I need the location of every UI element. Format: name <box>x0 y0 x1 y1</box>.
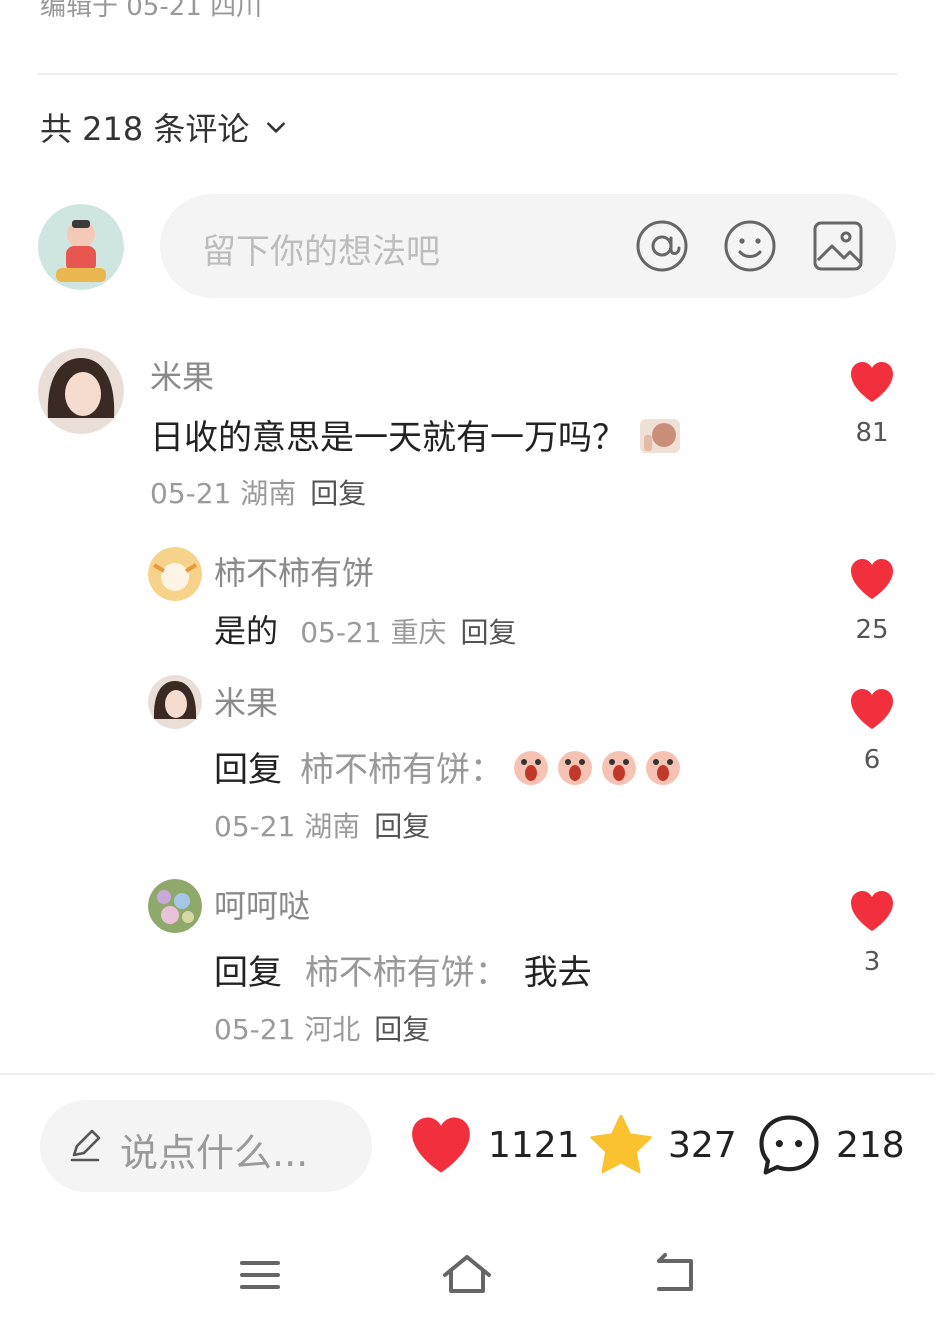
comment-username[interactable]: 米果 <box>214 678 278 724</box>
post-like-button[interactable]: 1121 <box>408 1112 580 1178</box>
comment-meta: 05-21 湖南 回复 <box>150 472 366 512</box>
post-favorite-button[interactable]: 327 <box>588 1112 737 1178</box>
avatar[interactable] <box>148 879 202 933</box>
say-something-placeholder: 说点什么... <box>120 1131 309 1175</box>
comment-text: 日收的意思是一天就有一万吗？ <box>150 418 626 458</box>
scream-emoji-icon <box>646 750 680 785</box>
chevron-down-icon <box>267 122 286 133</box>
comment-text: 我去 <box>523 953 592 993</box>
reply-button[interactable]: 回复 <box>460 616 516 649</box>
emoji-row <box>512 747 682 787</box>
reply-prefix: 回复 <box>214 750 282 790</box>
reply-button[interactable]: 回复 <box>374 810 430 843</box>
comment-username[interactable]: 柿不柿有饼 <box>214 548 374 594</box>
comment-username[interactable]: 呵呵哒 <box>214 881 310 927</box>
bottom-divider <box>0 1073 935 1075</box>
say-something-input[interactable]: 说点什么... <box>40 1100 372 1192</box>
comment-count-label: 共 218 条评论 <box>40 110 250 148</box>
heart-icon <box>851 689 893 729</box>
comment-time-location: 05-21 河北 <box>214 1013 361 1046</box>
like-count: 6 <box>863 745 881 775</box>
image-icon[interactable] <box>810 218 866 274</box>
comment-time-location: 05-21 湖南 <box>214 810 361 843</box>
comment-bubble-icon <box>759 1115 819 1175</box>
reply-to-user[interactable]: 柿不柿有饼： <box>305 953 509 993</box>
like-count: 3 <box>863 947 881 977</box>
emoji-sticker-icon <box>640 418 680 453</box>
heart-icon <box>851 559 893 599</box>
comment-text: 是的 <box>214 612 279 650</box>
like-count: 81 <box>855 418 889 448</box>
comment-count-toggle[interactable]: 共 218 条评论 <box>40 104 289 150</box>
my-avatar[interactable] <box>38 204 124 290</box>
post-comment-button[interactable]: 218 <box>756 1112 905 1178</box>
reply-button[interactable]: 回复 <box>374 1013 430 1046</box>
comment-time-location: 05-21 重庆 <box>300 616 447 649</box>
menu-icon[interactable] <box>230 1245 290 1305</box>
comment-meta: 05-21 湖南 回复 <box>214 805 430 845</box>
comment-input[interactable]: 留下你的想法吧 <box>160 194 896 298</box>
heart-icon <box>851 891 893 931</box>
at-mention-icon[interactable] <box>634 218 690 274</box>
back-icon[interactable] <box>645 1245 705 1305</box>
like-button[interactable]: 25 <box>842 557 902 645</box>
comment-meta: 05-21 重庆 回复 <box>300 616 516 649</box>
avatar[interactable] <box>148 547 202 601</box>
pencil-icon <box>70 1129 101 1162</box>
post-like-count: 1121 <box>488 1124 580 1166</box>
like-button[interactable]: 81 <box>842 360 902 448</box>
divider <box>38 73 897 75</box>
post-edited-meta: 编辑于 05-21 四川 <box>40 0 263 22</box>
like-count: 25 <box>855 615 889 645</box>
comment-username[interactable]: 米果 <box>150 352 214 398</box>
scream-emoji-icon <box>602 750 636 785</box>
home-icon[interactable] <box>437 1245 497 1305</box>
scream-emoji-icon <box>514 750 548 785</box>
scream-emoji-icon <box>558 750 592 785</box>
heart-icon <box>412 1117 470 1173</box>
comment-meta: 05-21 河北 回复 <box>214 1008 430 1048</box>
comment-time-location: 05-21 湖南 <box>150 477 297 510</box>
comment-input-placeholder: 留下你的想法吧 <box>202 232 440 272</box>
emoji-icon[interactable] <box>722 218 778 274</box>
like-button[interactable]: 3 <box>842 889 902 977</box>
heart-icon <box>851 362 893 402</box>
avatar[interactable] <box>148 675 202 729</box>
avatar[interactable] <box>38 348 124 434</box>
reply-button[interactable]: 回复 <box>310 477 366 510</box>
reply-to-user[interactable]: 柿不柿有饼： <box>300 742 504 791</box>
star-icon <box>590 1114 652 1174</box>
like-button[interactable]: 6 <box>842 687 902 775</box>
post-comment-count: 218 <box>836 1124 905 1166</box>
post-favorite-count: 327 <box>668 1124 737 1166</box>
reply-prefix: 回复 <box>214 953 282 993</box>
